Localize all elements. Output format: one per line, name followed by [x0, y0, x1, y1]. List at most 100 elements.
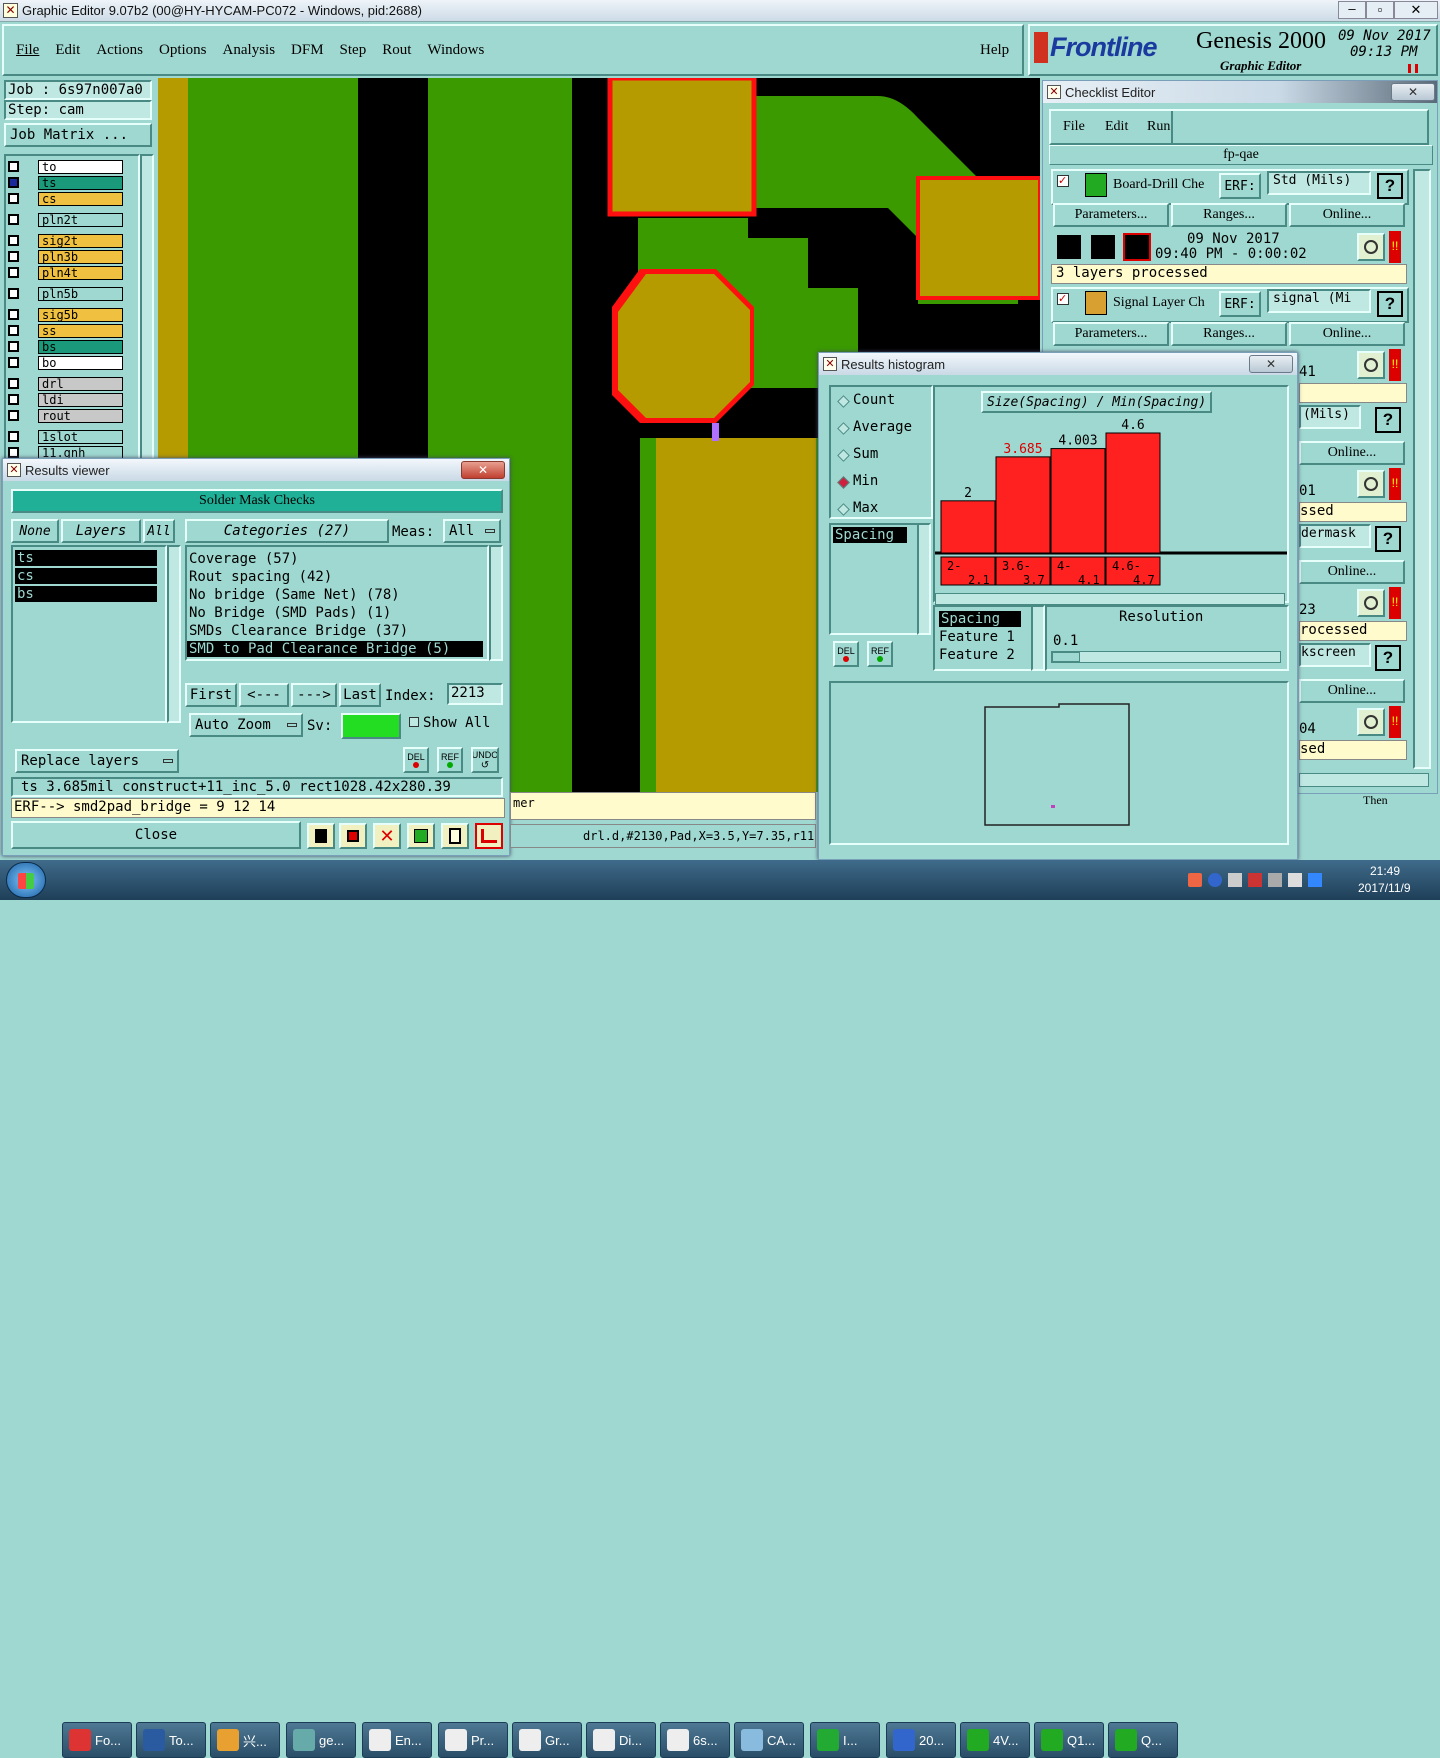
field-feature-2[interactable]: Feature 2: [939, 647, 1015, 663]
menu-help[interactable]: Help: [980, 42, 1009, 59]
check1-erf-value[interactable]: Std (Mils): [1267, 171, 1371, 195]
tray-network-icon[interactable]: [1268, 873, 1282, 887]
replace-layers-select[interactable]: Replace layers: [15, 749, 179, 773]
minimize-button[interactable]: –: [1338, 1, 1366, 19]
toolbar-icon-2[interactable]: [339, 823, 367, 849]
sv-color-select[interactable]: [341, 713, 401, 739]
ref-button[interactable]: REF: [437, 747, 463, 773]
layer-checkbox[interactable]: [8, 431, 19, 442]
layer-name[interactable]: rout: [38, 409, 123, 423]
category-item[interactable]: Rout spacing (42): [187, 569, 483, 585]
show-all-checkbox[interactable]: [409, 717, 419, 727]
histogram-bar[interactable]: [995, 456, 1051, 554]
layer-name[interactable]: ldi: [38, 393, 123, 407]
clock-time[interactable]: 21:49: [1370, 864, 1400, 878]
tray-icon-s[interactable]: [1188, 873, 1202, 887]
menu-analysis[interactable]: Analysis: [223, 42, 276, 59]
layer-name[interactable]: pln3b: [38, 250, 123, 264]
layer-checkbox[interactable]: [8, 410, 19, 421]
layer-checkbox[interactable]: [8, 357, 19, 368]
layer-checkbox[interactable]: [8, 394, 19, 405]
check2-parameters-button[interactable]: Parameters...: [1053, 322, 1169, 346]
menu-step[interactable]: Step: [340, 42, 367, 59]
none-button[interactable]: None: [11, 519, 59, 543]
zoom-button-4[interactable]: [1357, 589, 1385, 617]
layer-checkbox[interactable]: [8, 325, 19, 336]
histogram-ref-button[interactable]: REF: [867, 641, 893, 667]
layer-scrollbar[interactable]: [140, 154, 154, 468]
layer-name[interactable]: cs: [38, 192, 123, 206]
checklist-menu-file[interactable]: File: [1063, 119, 1085, 135]
taskbar-item[interactable]: 4V...: [960, 1722, 1030, 1758]
close-window-button[interactable]: ✕: [1394, 1, 1438, 19]
check2-ranges-button[interactable]: Ranges...: [1171, 322, 1287, 346]
check1-help-button[interactable]: ?: [1377, 173, 1403, 199]
category-item[interactable]: No bridge (Same Net) (78): [187, 587, 483, 603]
maximize-button[interactable]: ▫: [1366, 1, 1394, 19]
menu-dfm[interactable]: DFM: [291, 42, 324, 59]
menu-windows[interactable]: Windows: [427, 42, 484, 59]
help-button-3[interactable]: ?: [1375, 407, 1401, 433]
check2-help-button[interactable]: ?: [1377, 291, 1403, 317]
taskbar-item[interactable]: To...: [136, 1722, 206, 1758]
undo-button[interactable]: UNDO ↺: [471, 747, 499, 773]
check2-online-button[interactable]: Online...: [1289, 322, 1405, 346]
taskbar-item[interactable]: I...: [810, 1722, 880, 1758]
taskbar-item[interactable]: 兴...: [210, 1722, 280, 1758]
layer-results-scrollbar[interactable]: [167, 545, 181, 723]
all-layers-button[interactable]: All: [143, 519, 175, 543]
layer-name[interactable]: sig2t: [38, 234, 123, 248]
toolbar-icon-1[interactable]: [307, 823, 335, 849]
del-button[interactable]: DEL: [403, 747, 429, 773]
online-button-5[interactable]: Online...: [1299, 679, 1405, 703]
zoom-button-2[interactable]: [1357, 351, 1385, 379]
checklist-close-x[interactable]: ✕: [1391, 83, 1435, 101]
menu-file[interactable]: File: [16, 42, 39, 59]
help-button-4[interactable]: ?: [1375, 526, 1401, 552]
layer-checkbox[interactable]: [8, 235, 19, 246]
tray-volume-icon[interactable]: [1288, 873, 1302, 887]
taskbar-item[interactable]: 20...: [886, 1722, 956, 1758]
toolbar-icon-4[interactable]: [407, 823, 435, 849]
layer-name[interactable]: sig5b: [38, 308, 123, 322]
mode-option[interactable]: Count: [853, 392, 895, 408]
layer-name[interactable]: to: [38, 160, 123, 174]
layer-name[interactable]: drl: [38, 377, 123, 391]
layer-item-ts[interactable]: ts: [15, 550, 157, 566]
checklist-hscroll[interactable]: [1299, 773, 1429, 787]
taskbar-item[interactable]: Fo...: [62, 1722, 132, 1758]
resolution-slider[interactable]: [1051, 651, 1281, 663]
category-item[interactable]: SMD to Pad Clearance Bridge (5): [187, 641, 483, 657]
histogram-list-scrollbar[interactable]: [917, 523, 931, 635]
start-button[interactable]: [6, 862, 46, 898]
menu-options[interactable]: Options: [159, 42, 207, 59]
toolbar-icon-5[interactable]: [441, 823, 469, 849]
taskbar-item[interactable]: Q...: [1108, 1722, 1178, 1758]
toolbar-icon-3[interactable]: ✕: [373, 823, 401, 849]
mode-option[interactable]: Sum: [853, 446, 878, 462]
layer-checkbox[interactable]: [8, 309, 19, 320]
check1-parameters-button[interactable]: Parameters...: [1053, 203, 1169, 227]
check1-checkbox[interactable]: ✓: [1057, 175, 1069, 187]
resolution-slider-thumb[interactable]: [1052, 652, 1080, 662]
layer-name[interactable]: pln4t: [38, 266, 123, 280]
results-viewer-close-x[interactable]: ✕: [461, 461, 505, 479]
mode-option[interactable]: Average: [853, 419, 912, 435]
layer-name[interactable]: ss: [38, 324, 123, 338]
layer-item-cs[interactable]: cs: [15, 568, 157, 584]
run-icon-3[interactable]: [1123, 233, 1151, 261]
check2-checkbox[interactable]: ✓: [1057, 293, 1069, 305]
taskbar-item[interactable]: CA...: [734, 1722, 804, 1758]
layer-checkbox[interactable]: [8, 267, 19, 278]
layer-checkbox[interactable]: [8, 378, 19, 389]
histogram-del-button[interactable]: DEL: [833, 641, 859, 667]
layer-checkbox[interactable]: [8, 193, 19, 204]
last-button[interactable]: Last: [339, 683, 381, 707]
menu-rout[interactable]: Rout: [382, 42, 411, 59]
fields-scrollbar[interactable]: [1031, 605, 1045, 671]
taskbar-item[interactable]: En...: [362, 1722, 432, 1758]
histogram-bar[interactable]: [1105, 432, 1161, 554]
prev-button[interactable]: <---: [239, 683, 289, 707]
checklist-menu-edit[interactable]: Edit: [1105, 119, 1128, 135]
categories-scrollbar[interactable]: [489, 545, 503, 661]
